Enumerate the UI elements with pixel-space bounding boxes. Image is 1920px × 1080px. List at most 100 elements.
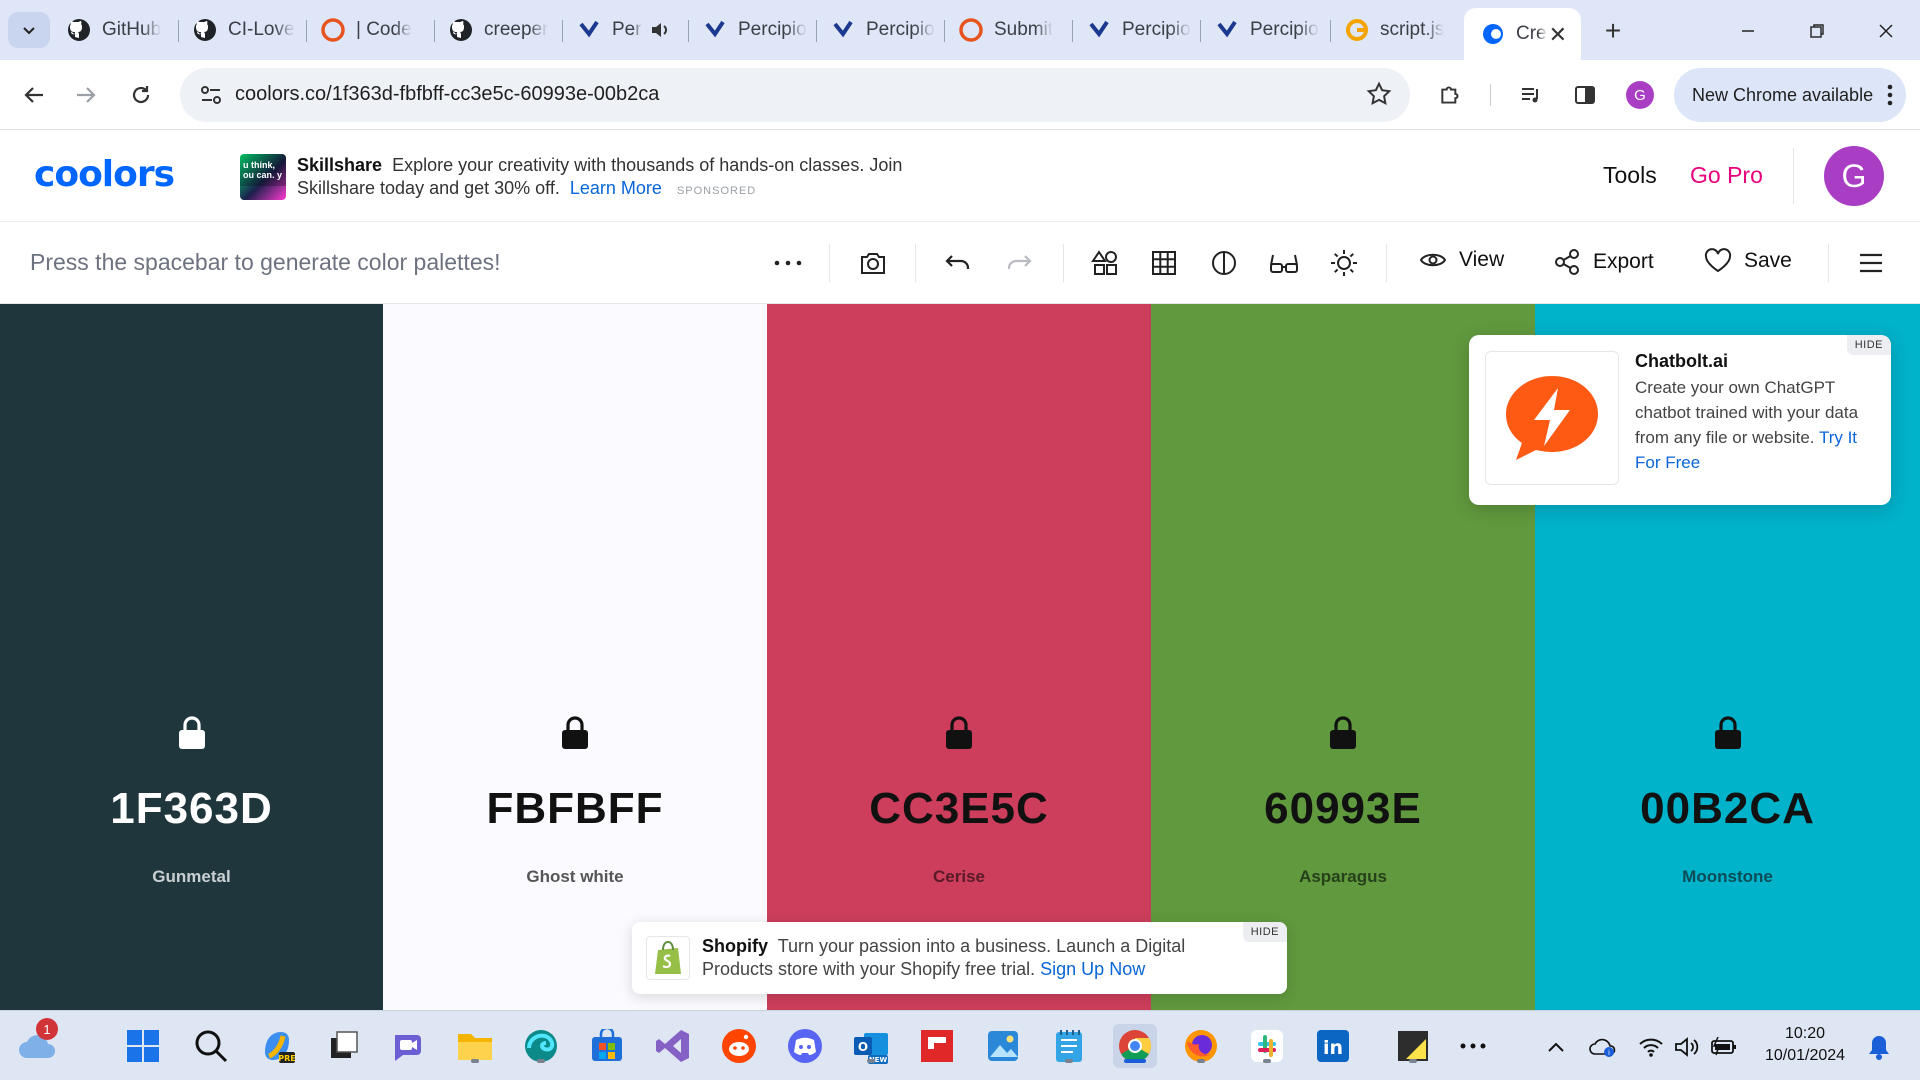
shopify-hide-button[interactable]: HIDE xyxy=(1242,922,1287,942)
palette-color-column[interactable]: 1F363D Gunmetal xyxy=(0,304,383,1010)
lock-button[interactable] xyxy=(1151,716,1535,750)
user-avatar[interactable]: G xyxy=(1824,146,1884,206)
camera-button[interactable] xyxy=(853,243,893,283)
edge-button[interactable] xyxy=(519,1024,563,1068)
restore-button[interactable] xyxy=(1797,14,1837,48)
profile-button[interactable]: G xyxy=(1620,75,1660,115)
skillshare-ad-image[interactable]: u think, ou can. y xyxy=(240,154,286,200)
save-button[interactable]: Save xyxy=(1704,248,1792,274)
tab-search-button[interactable] xyxy=(8,12,50,48)
file-explorer-button[interactable] xyxy=(453,1024,497,1068)
sticky-notes-button[interactable] xyxy=(1391,1024,1435,1068)
browser-tab[interactable]: Percipio xyxy=(692,12,812,48)
clock[interactable]: 10:20 10/01/2024 xyxy=(1750,1023,1860,1067)
browser-tab[interactable]: CI-Love xyxy=(182,12,302,48)
palette-color-column[interactable]: CC3E5C Cerise xyxy=(767,304,1151,1010)
linkedin-button[interactable]: in xyxy=(1311,1024,1355,1068)
outlook-button[interactable]: O NEW xyxy=(849,1024,893,1068)
bookmark-star-icon[interactable] xyxy=(1366,81,1392,107)
browser-tab[interactable]: | Code xyxy=(310,12,430,48)
search-button[interactable] xyxy=(189,1024,233,1068)
volume-tray-button[interactable] xyxy=(1673,1033,1701,1061)
color-hex-code[interactable]: FBFBFF xyxy=(383,784,767,834)
show-more-apps-button[interactable] xyxy=(1451,1024,1495,1068)
redo-button[interactable] xyxy=(999,243,1039,283)
chatbolt-ad[interactable]: Chatbolt.ai Create your own ChatGPT chat… xyxy=(1469,335,1891,505)
lock-button[interactable] xyxy=(383,716,767,750)
color-hex-code[interactable]: 00B2CA xyxy=(1535,784,1920,834)
color-hex-code[interactable]: 60993E xyxy=(1151,784,1535,834)
url-text[interactable]: coolors.co/1f363d-fbfbff-cc3e5c-60993e-0… xyxy=(235,83,659,106)
teams-chat-button[interactable] xyxy=(387,1024,431,1068)
lock-button[interactable] xyxy=(0,716,383,750)
browser-tab[interactable]: Cre ✕ xyxy=(1464,8,1581,60)
microsoft-store-button[interactable] xyxy=(585,1024,629,1068)
lock-button[interactable] xyxy=(1535,716,1920,750)
more-options-button[interactable] xyxy=(768,243,808,283)
new-tab-button[interactable]: + xyxy=(1596,14,1630,48)
start-button[interactable] xyxy=(121,1024,165,1068)
shopify-logo[interactable] xyxy=(646,936,690,980)
audio-playing-icon[interactable] xyxy=(650,21,670,39)
color-name[interactable]: Moonstone xyxy=(1535,867,1920,887)
go-pro-link[interactable]: Go Pro xyxy=(1690,162,1763,189)
minimize-button[interactable] xyxy=(1728,14,1768,48)
extensions-button[interactable] xyxy=(1431,75,1471,115)
palette-color-column[interactable]: FBFBFF Ghost white xyxy=(383,304,767,1010)
menu-button[interactable] xyxy=(1851,243,1891,283)
weather-widget[interactable]: 1 xyxy=(12,1018,62,1068)
color-name[interactable]: Gunmetal xyxy=(0,867,383,887)
color-name[interactable]: Ghost white xyxy=(383,867,767,887)
browser-tab[interactable]: Percipio xyxy=(820,12,940,48)
browser-tab[interactable]: Submit xyxy=(948,12,1068,48)
shopify-ad[interactable]: Shopify Turn your passion into a busines… xyxy=(632,922,1287,994)
reddit-button[interactable] xyxy=(717,1024,761,1068)
browser-tab[interactable]: creeper xyxy=(438,12,558,48)
task-view-button[interactable] xyxy=(321,1024,365,1068)
slack-button[interactable] xyxy=(1245,1024,1289,1068)
photos-button[interactable] xyxy=(981,1024,1025,1068)
chatbolt-logo[interactable] xyxy=(1485,351,1619,485)
flipboard-button[interactable] xyxy=(915,1024,959,1068)
site-settings-icon[interactable] xyxy=(200,85,222,105)
wifi-tray-button[interactable] xyxy=(1637,1033,1665,1061)
firefox-button[interactable] xyxy=(1179,1024,1223,1068)
new-chrome-available-button[interactable]: New Chrome available xyxy=(1674,68,1906,122)
browser-tab[interactable]: Percipio xyxy=(1204,12,1326,48)
contrast-button[interactable] xyxy=(1204,243,1244,283)
color-hex-code[interactable]: CC3E5C xyxy=(767,784,1151,834)
media-controls-button[interactable] xyxy=(1511,75,1551,115)
coolors-logo[interactable]: coolors xyxy=(34,154,175,195)
back-button[interactable] xyxy=(14,75,54,115)
chatbolt-hide-button[interactable]: HIDE xyxy=(1846,335,1891,355)
lock-button[interactable] xyxy=(767,716,1151,750)
ad-learn-more-link[interactable]: Learn More xyxy=(570,178,662,198)
close-window-button[interactable] xyxy=(1866,14,1906,48)
show-hidden-icons-button[interactable] xyxy=(1542,1033,1570,1061)
view-button[interactable]: View xyxy=(1419,248,1504,272)
color-name[interactable]: Cerise xyxy=(767,867,1151,887)
discord-button[interactable] xyxy=(783,1024,827,1068)
battery-tray-button[interactable] xyxy=(1710,1033,1738,1061)
color-hex-code[interactable]: 1F363D xyxy=(0,784,383,834)
color-blindness-button[interactable] xyxy=(1264,243,1304,283)
notepad-button[interactable] xyxy=(1047,1024,1091,1068)
color-name[interactable]: Asparagus xyxy=(1151,867,1535,887)
browser-tab[interactable]: Per xyxy=(566,12,684,48)
browser-tab[interactable]: script.js xyxy=(1334,12,1458,48)
brightness-button[interactable] xyxy=(1324,243,1364,283)
shapes-button[interactable] xyxy=(1085,243,1125,283)
omnibox[interactable]: coolors.co/1f363d-fbfbff-cc3e5c-60993e-0… xyxy=(180,68,1410,122)
shopify-signup-link[interactable]: Sign Up Now xyxy=(1040,959,1145,979)
export-button[interactable]: Export xyxy=(1553,248,1654,276)
side-panel-button[interactable] xyxy=(1565,75,1605,115)
tools-link[interactable]: Tools xyxy=(1603,162,1657,189)
reload-button[interactable] xyxy=(121,75,161,115)
onedrive-tray-button[interactable]: i xyxy=(1588,1033,1616,1061)
undo-button[interactable] xyxy=(938,243,978,283)
browser-tab[interactable]: GitHub xyxy=(56,12,174,48)
grid-button[interactable] xyxy=(1144,243,1184,283)
copilot-button[interactable]: PRE xyxy=(255,1024,299,1068)
forward-button[interactable] xyxy=(66,75,106,115)
notifications-button[interactable] xyxy=(1865,1033,1893,1061)
